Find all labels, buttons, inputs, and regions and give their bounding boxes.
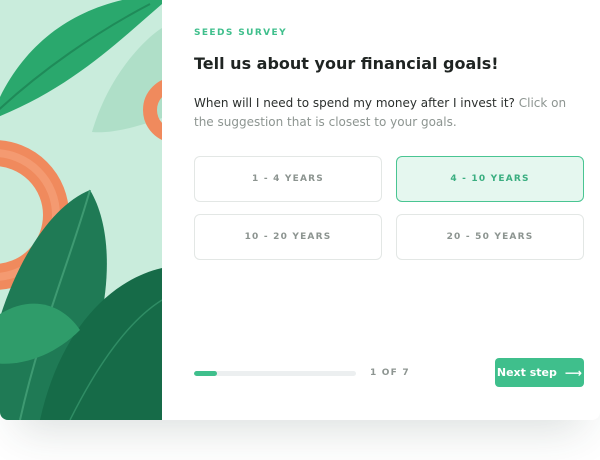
next-step-label: Next step bbox=[496, 366, 557, 379]
option-20-50-years[interactable]: 20 - 50 YEARS bbox=[396, 214, 584, 260]
page-title: Tell us about your financial goals! bbox=[194, 54, 499, 73]
survey-card: SEEDS SURVEY Tell us about your financia… bbox=[0, 0, 600, 420]
leaf-illustration bbox=[0, 0, 162, 420]
survey-eyebrow: SEEDS SURVEY bbox=[194, 28, 288, 38]
option-4-10-years[interactable]: 4 - 10 YEARS bbox=[396, 156, 584, 202]
illustration-panel bbox=[0, 0, 162, 420]
progress-bar bbox=[194, 371, 356, 376]
next-step-button[interactable]: Next step ⟶ bbox=[495, 358, 584, 387]
progress-fill bbox=[194, 371, 217, 376]
option-1-4-years[interactable]: 1 - 4 YEARS bbox=[194, 156, 382, 202]
step-counter: 1 OF 7 bbox=[370, 368, 410, 378]
option-10-20-years[interactable]: 10 - 20 YEARS bbox=[194, 214, 382, 260]
question-prompt: When will I need to spend my money after… bbox=[194, 96, 515, 110]
arrow-right-icon: ⟶ bbox=[564, 365, 583, 380]
survey-content: SEEDS SURVEY Tell us about your financia… bbox=[162, 0, 600, 420]
question-text: When will I need to spend my money after… bbox=[194, 94, 574, 132]
answer-options: 1 - 4 YEARS 4 - 10 YEARS 10 - 20 YEARS 2… bbox=[194, 156, 584, 260]
stage: SEEDS SURVEY Tell us about your financia… bbox=[0, 0, 600, 460]
